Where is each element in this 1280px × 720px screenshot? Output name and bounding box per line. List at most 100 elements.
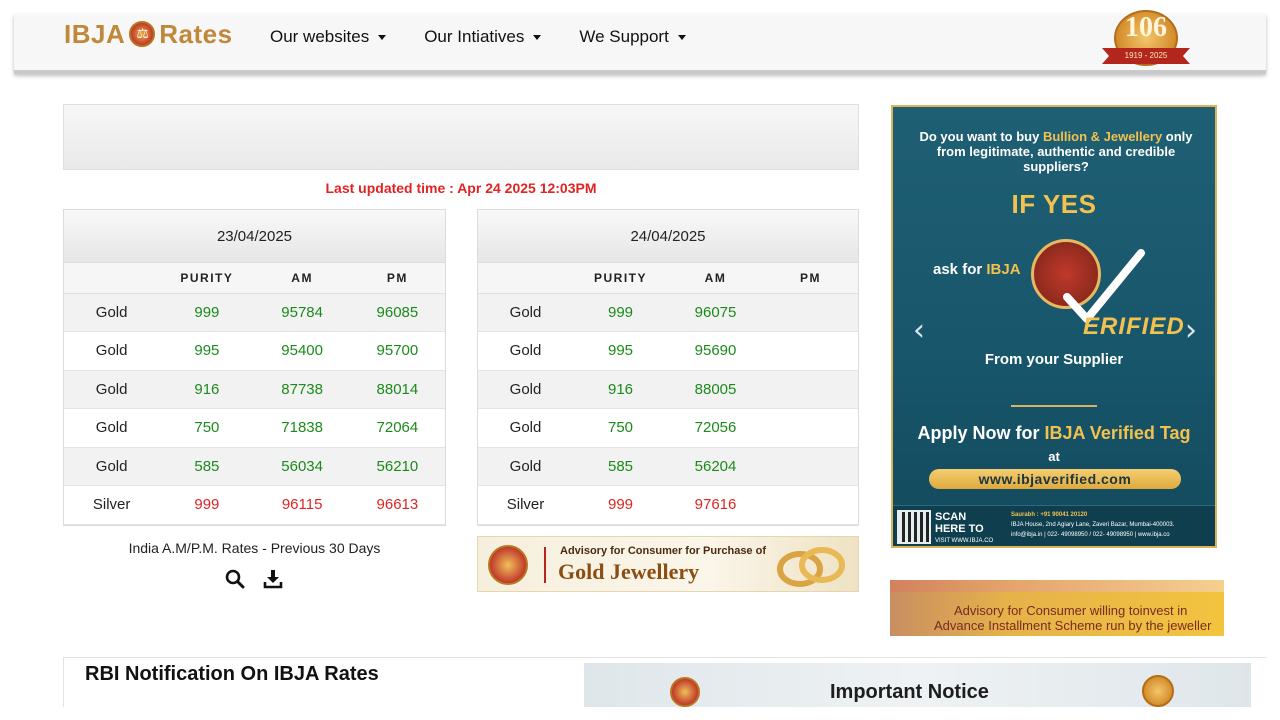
metal-cell: Gold <box>478 447 573 486</box>
table-row: Gold 585 56034 56210 <box>64 447 445 486</box>
table-row: Gold 916 87738 88014 <box>64 370 445 409</box>
am-rate-cell: 87738 <box>254 370 350 409</box>
am-rate-cell: 95690 <box>668 331 763 371</box>
am-rate-cell: 96115 <box>254 485 350 525</box>
important-notice-banner[interactable]: Important Notice <box>584 663 1251 707</box>
nav-label: We Support <box>579 27 669 46</box>
contact-name: Saurabh : +91 90041 20120 <box>1011 512 1088 518</box>
purity-cell: 999 <box>159 485 255 525</box>
purity-cell: 999 <box>573 485 668 525</box>
nav-label: Our Intiatives <box>424 27 525 46</box>
ad-question-highlight: Bullion & Jewellery <box>1042 129 1163 144</box>
ad-url[interactable]: www.ibjaverified.com <box>929 469 1181 489</box>
nav-our-websites[interactable]: Our websites <box>270 27 387 47</box>
metal-cell: Gold <box>64 370 160 409</box>
site-header: IBJA Rates Our websites Our Intiatives W… <box>14 10 1266 74</box>
pm-rate-cell: 72064 <box>349 408 445 448</box>
purity-cell: 916 <box>573 370 668 409</box>
pm-rate-cell <box>763 293 858 332</box>
advisory-line-2: Advance Installment Scheme run by the je… <box>934 618 1212 633</box>
ibja-rates-logo[interactable]: IBJA Rates <box>64 18 233 50</box>
ad-divider <box>1011 405 1097 407</box>
ibja-seal-icon <box>670 677 700 707</box>
metal-cell: Gold <box>64 447 160 486</box>
am-rate-cell: 72056 <box>668 408 763 448</box>
106-years-badge: 106 1919 - 2025 <box>1102 10 1190 76</box>
column-header-am: AM <box>254 263 350 294</box>
table-row: Gold 995 95690 <box>478 331 858 371</box>
purity-cell: 999 <box>159 293 255 332</box>
download-icon[interactable] <box>263 568 283 590</box>
am-rate-cell: 71838 <box>254 408 350 448</box>
ad-question: Do you want to buy Bullion & Jewellery o… <box>905 129 1207 174</box>
rates-grid: PURITY AM PM Gold 999 96075 Gold 995 956… <box>478 263 858 525</box>
ad-ask-text: ask for <box>933 261 987 278</box>
last-updated-time: Last updated time : Apr 24 2025 12:03PM <box>325 180 597 196</box>
metal-cell: Gold <box>478 408 573 448</box>
ad-at: at <box>1048 449 1060 464</box>
section-divider <box>63 657 1266 658</box>
advisory-line-1: Advisory for Consumer willing toinvest i… <box>954 603 1188 618</box>
ad-ask-for: ask for IBJA <box>933 261 1021 278</box>
rbi-notification-title: RBI Notification On IBJA Rates <box>85 663 379 685</box>
purity-cell: 750 <box>159 408 255 448</box>
pm-rate-cell <box>763 485 858 525</box>
carousel-prev-icon[interactable]: ‹ <box>913 313 925 348</box>
metal-cell: Silver <box>64 485 160 525</box>
pm-rate-cell: 96613 <box>349 485 445 525</box>
nav-our-initiatives[interactable]: Our Intiatives <box>424 27 542 47</box>
ad-if-yes: IF YES <box>1011 189 1097 219</box>
notice-title: Important Notice <box>830 681 989 703</box>
purity-cell: 995 <box>573 331 668 371</box>
am-rate-cell: 88005 <box>668 370 763 409</box>
gold-jewellery-advisory-banner[interactable]: Advisory for Consumer for Purchase of Go… <box>477 536 859 592</box>
gold-rings-icon <box>777 547 845 587</box>
purity-cell: 750 <box>573 408 668 448</box>
am-rate-cell: 56034 <box>254 447 350 486</box>
pm-rate-cell: 95700 <box>349 331 445 371</box>
table-row: Gold 999 96075 <box>478 293 858 332</box>
table-row: Silver 999 96115 96613 <box>64 485 445 525</box>
pm-rate-cell <box>763 447 858 486</box>
ibja-seal-icon <box>488 545 528 585</box>
table-header-row: PURITY AM PM <box>478 263 858 294</box>
nav-we-support[interactable]: We Support <box>579 27 686 47</box>
table-row: Silver 999 97616 <box>478 485 858 525</box>
am-rate-cell: 56204 <box>668 447 763 486</box>
pm-rate-cell: 88014 <box>349 370 445 409</box>
am-rate-cell: 95784 <box>254 293 350 332</box>
search-icon[interactable] <box>225 568 245 590</box>
carousel-next-icon[interactable]: › <box>1185 313 1197 348</box>
table-row: Gold 585 56204 <box>478 447 858 486</box>
purity-cell: 995 <box>159 331 255 371</box>
scan-line-2: HERE TO <box>935 523 984 535</box>
column-header-metal <box>64 263 160 294</box>
ad-apply-now: Apply Now for IBJA Verified Tag <box>893 423 1215 444</box>
rates-grid: PURITY AM PM Gold 999 95784 96085 Gold 9… <box>64 263 445 525</box>
column-header-pm: PM <box>349 263 445 294</box>
ad-ask-highlight: IBJA <box>986 261 1021 278</box>
logo-text-rates: Rates <box>159 18 233 49</box>
previous-rates-actions <box>225 568 283 590</box>
table-row: Gold 750 71838 72064 <box>64 408 445 448</box>
metal-cell: Gold <box>478 331 573 371</box>
chevron-down-icon <box>378 34 387 40</box>
contact-address: IBJA House, 2nd Agiary Lane, Zaveri Baza… <box>1011 522 1175 528</box>
ibja-verified-ad-carousel[interactable]: Do you want to buy Bullion & Jewellery o… <box>891 105 1217 548</box>
purity-cell: 916 <box>159 370 255 409</box>
column-header-pm: PM <box>763 263 858 294</box>
advance-installment-advisory-banner[interactable]: Advisory for Consumer willing toinvest i… <box>890 580 1224 636</box>
pm-rate-cell <box>763 408 858 448</box>
ad-apply-text: Apply Now for <box>917 423 1045 443</box>
main-nav: Our websites Our Intiatives We Support <box>270 27 724 47</box>
pm-rate-cell <box>763 331 858 371</box>
banner-stripe <box>890 580 1224 592</box>
banner-line-2: Gold Jewellery <box>558 559 700 584</box>
am-rate-cell: 96075 <box>668 293 763 332</box>
pm-rate-cell: 56210 <box>349 447 445 486</box>
column-header-am: AM <box>668 263 763 294</box>
ad-footer: SCAN HERE TO VISIT WWW.IBJA.CO Saurabh :… <box>893 505 1215 546</box>
table-row: Gold 995 95400 95700 <box>64 331 445 371</box>
rates-table-23-04: 23/04/2025 PURITY AM PM Gold 999 95784 9… <box>63 209 446 526</box>
table-row: Gold 750 72056 <box>478 408 858 448</box>
